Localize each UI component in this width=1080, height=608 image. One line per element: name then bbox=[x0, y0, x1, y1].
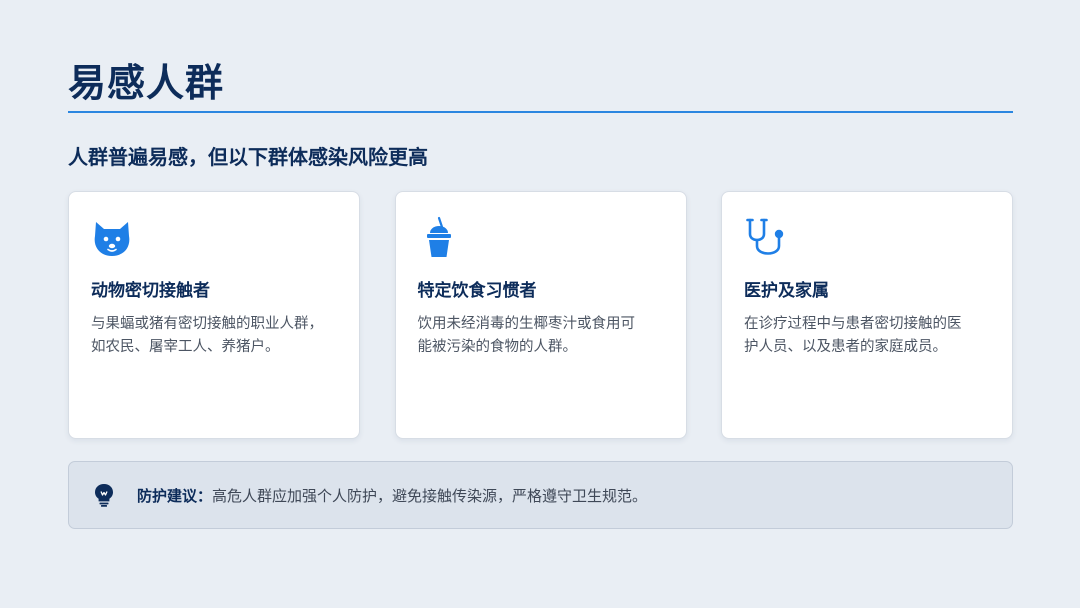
card-description-line: 在诊疗过程中与患者密切接触的医 bbox=[744, 316, 962, 332]
card-description: 与果蝠或猪有密切接触的职业人群， 如农民、屠宰工人、养猪户。 bbox=[91, 313, 337, 359]
card-description: 饮用未经消毒的生椰枣汁或食用可 能被污染的食物的人群。 bbox=[418, 313, 664, 359]
card-title: 特定饮食习惯者 bbox=[417, 281, 537, 301]
card-medical-staff-family: 医护及家属 在诊疗过程中与患者密切接触的医 护人员、以及患者的家庭成员。 bbox=[721, 191, 1013, 439]
card-description-line: 能被污染的食物的人群。 bbox=[417, 339, 578, 355]
card-description-line: 如农民、屠宰工人、养猪户。 bbox=[91, 339, 280, 355]
card-dietary-habits: 特定饮食习惯者 饮用未经消毒的生椰枣汁或食用可 能被污染的食物的人群。 bbox=[394, 191, 687, 439]
card-description-line: 饮用未经消毒的生椰枣汁或食用可 bbox=[417, 316, 636, 332]
slide: 易感人群 人群普遍易感，但以下群体感染风险更高 动物密切接触者 与果蝠或猪有密切… bbox=[0, 0, 1080, 608]
drink-cup-icon bbox=[426, 216, 451, 257]
lightbulb-icon bbox=[95, 484, 113, 507]
risk-group-cards: 动物密切接触者 与果蝠或猪有密切接触的职业人群， 如农民、屠宰工人、养猪户。 特… bbox=[68, 191, 1013, 439]
page-title: 易感人群 bbox=[68, 61, 225, 105]
section-subtitle: 人群普遍易感，但以下群体感染风险更高 bbox=[68, 145, 428, 169]
dog-face-icon bbox=[94, 222, 130, 256]
tip-text: 高危人群应加强个人防护，避免接触传染源，严格遵守卫生规范。 bbox=[212, 486, 648, 505]
title-divider bbox=[68, 111, 1013, 113]
card-description-line: 与果蝠或猪有密切接触的职业人群， bbox=[91, 316, 323, 332]
card-title: 医护及家属 bbox=[744, 281, 829, 301]
stethoscope-icon bbox=[746, 218, 784, 255]
card-description-line: 护人员、以及患者的家庭成员。 bbox=[744, 339, 947, 355]
card-title: 动物密切接触者 bbox=[91, 281, 210, 301]
tip-label: 防护建议： bbox=[137, 486, 213, 505]
protection-tip-banner: 防护建议： 高危人群应加强个人防护，避免接触传染源，严格遵守卫生规范。 bbox=[68, 461, 1013, 529]
card-animal-contacts: 动物密切接触者 与果蝠或猪有密切接触的职业人群， 如农民、屠宰工人、养猪户。 bbox=[68, 191, 360, 439]
card-description: 在诊疗过程中与患者密切接触的医 护人员、以及患者的家庭成员。 bbox=[744, 313, 990, 359]
